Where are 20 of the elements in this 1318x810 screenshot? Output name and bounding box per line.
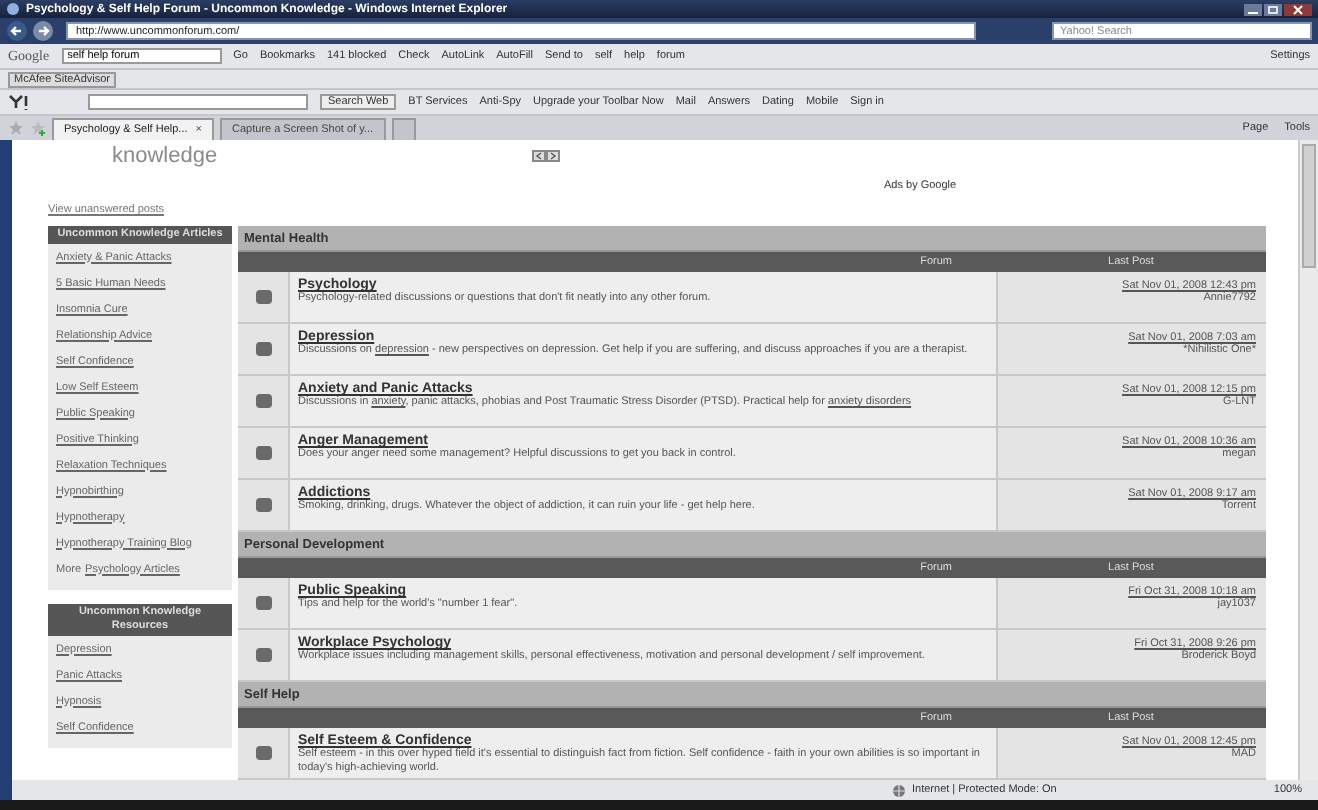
globe-icon xyxy=(892,783,906,797)
forum-status-icon xyxy=(255,746,271,760)
back-icon[interactable] xyxy=(6,20,28,42)
scrollbar[interactable] xyxy=(1298,140,1318,780)
site-logo: knowledge xyxy=(112,144,220,168)
forum-status-icon xyxy=(255,498,271,512)
forum-status-icon xyxy=(255,648,271,662)
maximize-icon[interactable] xyxy=(1264,3,1282,15)
browser-icon xyxy=(6,2,20,16)
minimize-icon[interactable] xyxy=(1244,3,1262,15)
forum-status-icon xyxy=(255,290,271,304)
search-field[interactable] xyxy=(88,94,308,110)
forward-icon[interactable] xyxy=(32,20,54,42)
favorites-star-icon[interactable] xyxy=(8,120,24,136)
forum-status-icon xyxy=(255,342,271,356)
forum-status-icon xyxy=(255,394,271,408)
close-icon[interactable] xyxy=(1284,3,1312,15)
nav-arrows-icon[interactable] xyxy=(532,150,560,162)
forum-status-icon xyxy=(255,596,271,610)
forum-status-icon xyxy=(255,446,271,460)
